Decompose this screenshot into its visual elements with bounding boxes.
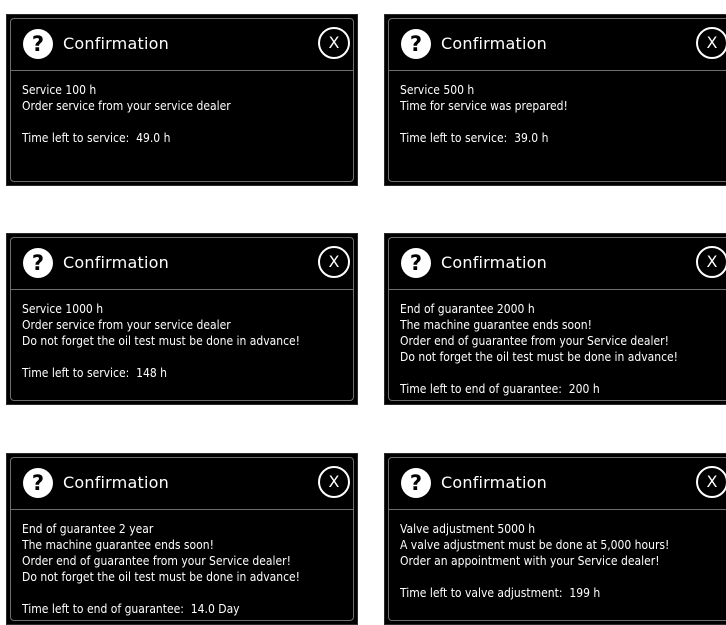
confirmation-dialog-service-100: ? Confirmation X Service 100 h Order ser… <box>6 14 358 186</box>
message-line: End of guarantee 2000 h <box>400 302 535 316</box>
question-icon: ? <box>401 248 431 278</box>
dialog-title: Confirmation <box>441 34 547 53</box>
dialog-header: ? Confirmation X <box>11 458 353 509</box>
confirmation-dialog-valve-adjustment: ? Confirmation X Valve adjustment 5000 h… <box>384 453 726 625</box>
message-line: A valve adjustment must be done at 5,000… <box>400 538 670 552</box>
dialog-frame: ? Confirmation X End of guarantee 2000 h… <box>388 237 726 401</box>
message-line: The machine guarantee ends soon! <box>400 318 592 332</box>
question-icon: ? <box>401 468 431 498</box>
dialog-message: Service 100 h Order service from your se… <box>22 82 345 146</box>
time-left-value: 148 h <box>136 366 168 380</box>
time-left-label: Time left to valve adjustment: <box>400 586 563 600</box>
dialog-message: Valve adjustment 5000 h A valve adjustme… <box>400 521 723 601</box>
time-left-row: Time left to service: 49.0 h <box>22 130 345 146</box>
header-divider <box>389 289 726 290</box>
header-divider <box>11 289 353 290</box>
message-line: End of guarantee 2 year <box>22 522 154 536</box>
dialog-header: ? Confirmation X <box>389 458 726 509</box>
dialog-title: Confirmation <box>441 473 547 492</box>
dialog-frame: ? Confirmation X Service 100 h Order ser… <box>10 18 354 182</box>
time-left-label: Time left to service: <box>22 131 130 145</box>
time-left-label: Time left to end of guarantee: <box>400 382 562 396</box>
message-line: Do not forget the oil test must be done … <box>400 350 679 364</box>
time-left-label: Time left to service: <box>22 366 130 380</box>
message-line: Service 100 h <box>22 83 97 97</box>
question-icon: ? <box>23 468 53 498</box>
time-left-label: Time left to service: <box>400 131 508 145</box>
confirmation-dialog-service-1000: ? Confirmation X Service 1000 h Order se… <box>6 233 358 405</box>
message-line: Order service from your service dealer <box>22 318 231 332</box>
time-left-row: Time left to service: 39.0 h <box>400 130 723 146</box>
confirmation-dialog-guarantee-2000: ? Confirmation X End of guarantee 2000 h… <box>384 233 726 405</box>
dialog-message: Service 500 h Time for service was prepa… <box>400 82 723 146</box>
confirmation-dialog-service-500: ? Confirmation X Service 500 h Time for … <box>384 14 726 186</box>
question-icon: ? <box>401 29 431 59</box>
dialog-title: Confirmation <box>63 253 169 272</box>
header-divider <box>11 509 353 510</box>
time-left-value: 199 h <box>569 586 601 600</box>
dialog-header: ? Confirmation X <box>11 238 353 289</box>
time-left-value: 200 h <box>568 382 600 396</box>
time-left-row: Time left to end of guarantee: 200 h <box>400 381 723 397</box>
time-left-row: Time left to end of guarantee: 14.0 Day <box>22 601 345 617</box>
close-button[interactable]: X <box>696 27 726 59</box>
time-left-value: 49.0 h <box>136 131 171 145</box>
dialog-message: End of guarantee 2 year The machine guar… <box>22 521 345 617</box>
dialog-frame: ? Confirmation X End of guarantee 2 year… <box>10 457 354 621</box>
close-button[interactable]: X <box>696 246 726 278</box>
message-line: Order an appointment with your Service d… <box>400 554 660 568</box>
close-button[interactable]: X <box>318 246 350 278</box>
dialog-header: ? Confirmation X <box>389 238 726 289</box>
time-left-value: 39.0 h <box>514 131 549 145</box>
time-left-value: 14.0 Day <box>190 602 240 616</box>
dialog-message: Service 1000 h Order service from your s… <box>22 301 345 381</box>
close-button[interactable]: X <box>318 27 350 59</box>
header-divider <box>389 70 726 71</box>
dialog-header: ? Confirmation X <box>11 19 353 70</box>
message-line: Order end of guarantee from your Service… <box>400 334 669 348</box>
dialog-title: Confirmation <box>63 34 169 53</box>
dialog-frame: ? Confirmation X Service 1000 h Order se… <box>10 237 354 401</box>
message-line: Do not forget the oil test must be done … <box>22 570 301 584</box>
message-line: Service 1000 h <box>22 302 104 316</box>
header-divider <box>389 509 726 510</box>
message-line: Service 500 h <box>400 83 475 97</box>
time-left-label: Time left to end of guarantee: <box>22 602 184 616</box>
message-line: Valve adjustment 5000 h <box>400 522 536 536</box>
message-line: Do not forget the oil test must be done … <box>22 334 301 348</box>
dialog-message: End of guarantee 2000 h The machine guar… <box>400 301 723 397</box>
message-line: Order service from your service dealer <box>22 99 231 113</box>
message-line: Time for service was prepared! <box>400 99 568 113</box>
time-left-row: Time left to valve adjustment: 199 h <box>400 585 723 601</box>
dialog-frame: ? Confirmation X Service 500 h Time for … <box>388 18 726 182</box>
dialog-title: Confirmation <box>63 473 169 492</box>
question-icon: ? <box>23 248 53 278</box>
time-left-row: Time left to service: 148 h <box>22 365 345 381</box>
header-divider <box>11 70 353 71</box>
message-line: The machine guarantee ends soon! <box>22 538 214 552</box>
question-icon: ? <box>23 29 53 59</box>
dialog-title: Confirmation <box>441 253 547 272</box>
dialog-frame: ? Confirmation X Valve adjustment 5000 h… <box>388 457 726 621</box>
close-button[interactable]: X <box>696 466 726 498</box>
close-button[interactable]: X <box>318 466 350 498</box>
dialog-header: ? Confirmation X <box>389 19 726 70</box>
confirmation-dialog-guarantee-2-year: ? Confirmation X End of guarantee 2 year… <box>6 453 358 625</box>
message-line: Order end of guarantee from your Service… <box>22 554 291 568</box>
